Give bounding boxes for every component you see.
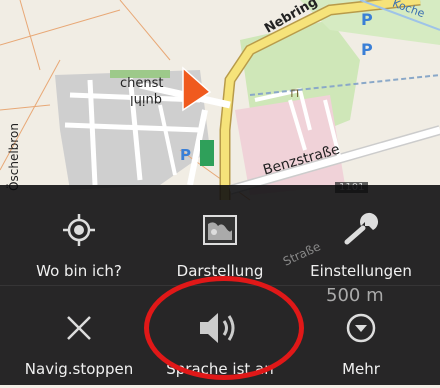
more-label: Mehr <box>342 360 380 378</box>
settings-button[interactable]: Einstellungen <box>288 190 434 290</box>
stop-navigation-button[interactable]: Navig.stoppen <box>6 288 152 388</box>
display-button[interactable]: Darstellung <box>147 190 293 290</box>
voice-toggle-button[interactable]: Sprache ist an <box>147 288 293 388</box>
locate-icon <box>61 208 97 252</box>
parking-icon: P <box>361 10 373 29</box>
display-label: Darstellung <box>176 262 264 280</box>
poi-green-marker <box>200 140 214 166</box>
place-label-chenst: chenst <box>120 76 164 91</box>
place-label-quihl: quihl <box>130 92 162 107</box>
where-am-i-label: Wo bin ich? <box>36 262 122 280</box>
speaker-icon <box>196 306 244 350</box>
close-icon <box>64 306 94 350</box>
chevron-down-circle-icon <box>345 306 377 350</box>
where-am-i-button[interactable]: Wo bin ich? <box>6 190 152 290</box>
stop-navigation-label: Navig.stoppen <box>24 360 134 378</box>
wrench-icon <box>341 208 381 252</box>
more-button[interactable]: Mehr <box>288 288 434 388</box>
svg-text:⊓: ⊓ <box>290 86 299 100</box>
map-display-icon <box>202 208 238 252</box>
parking-icon: P <box>361 40 373 59</box>
street-label-oschelbron: Öschelbron <box>6 123 21 191</box>
voice-toggle-label: Sprache ist an <box>166 360 274 378</box>
parking-icon: P <box>180 146 191 164</box>
settings-label: Einstellungen <box>310 262 412 280</box>
